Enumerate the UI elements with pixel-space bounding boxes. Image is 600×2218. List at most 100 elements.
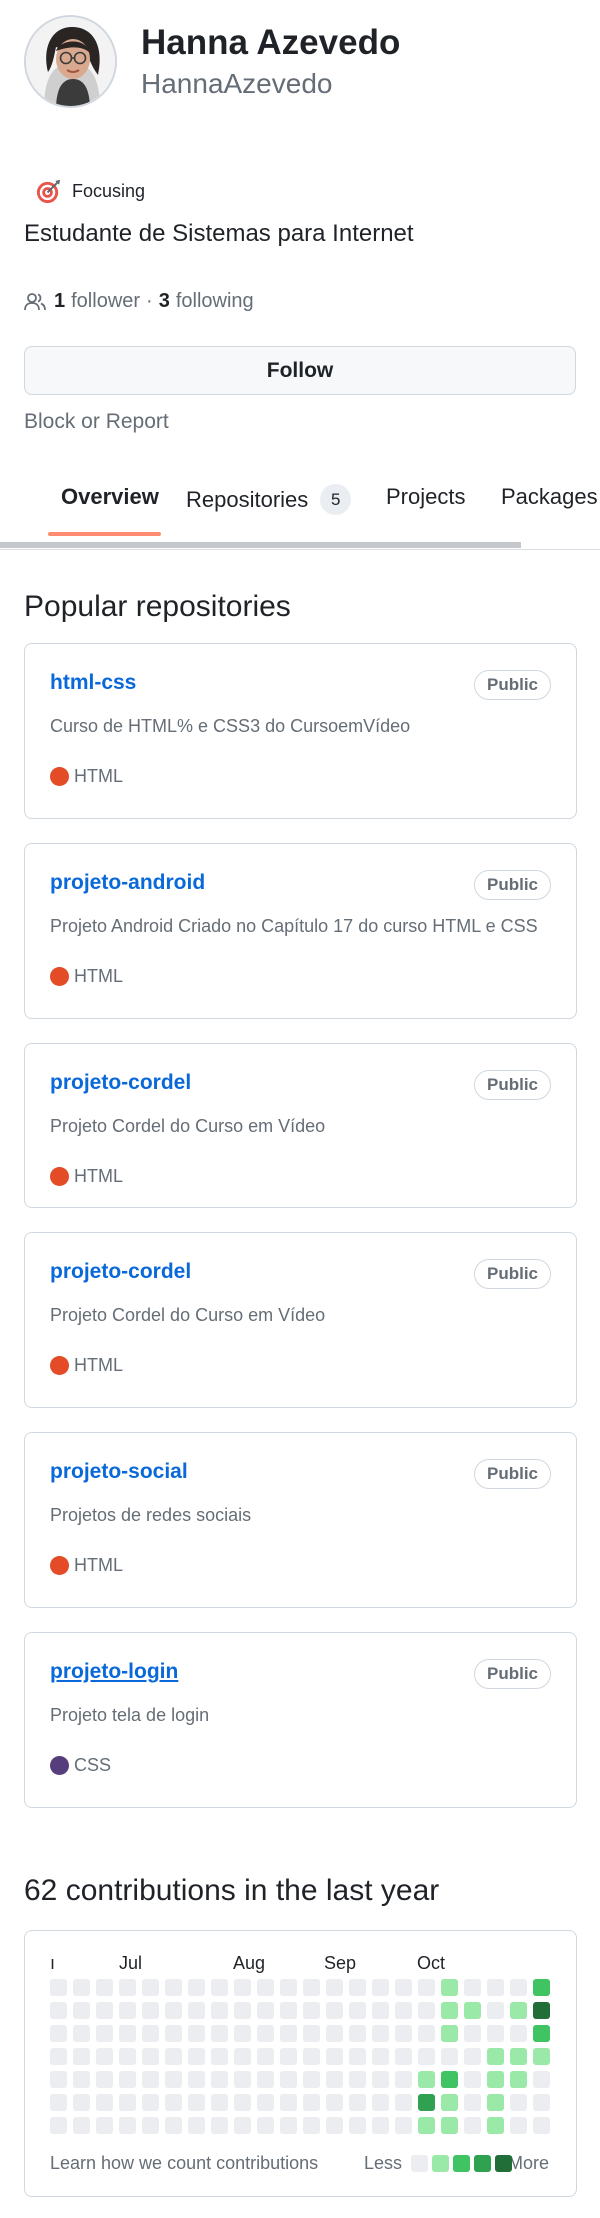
tab-packages[interactable]: Packages bbox=[501, 484, 598, 510]
contribution-cell[interactable] bbox=[441, 1979, 458, 1996]
contribution-cell[interactable] bbox=[73, 2048, 90, 2065]
contribution-cell[interactable] bbox=[372, 2048, 389, 2065]
contribution-cell[interactable] bbox=[395, 2094, 412, 2111]
contribution-cell[interactable] bbox=[510, 2094, 527, 2111]
repo-name-link[interactable]: projeto-social bbox=[50, 1460, 188, 1484]
contribution-cell[interactable] bbox=[510, 1979, 527, 1996]
contribution-cell[interactable] bbox=[165, 2071, 182, 2088]
contribution-cell[interactable] bbox=[211, 2094, 228, 2111]
contribution-cell[interactable] bbox=[326, 2071, 343, 2088]
contribution-cell[interactable] bbox=[96, 1979, 113, 1996]
contribution-cell[interactable] bbox=[211, 2025, 228, 2042]
contribution-cell[interactable] bbox=[73, 2025, 90, 2042]
contribution-cell[interactable] bbox=[441, 2071, 458, 2088]
contribution-cell[interactable] bbox=[533, 1979, 550, 1996]
contribution-cell[interactable] bbox=[280, 2002, 297, 2019]
contribution-cell[interactable] bbox=[533, 2048, 550, 2065]
contribution-cell[interactable] bbox=[73, 2071, 90, 2088]
contribution-cell[interactable] bbox=[395, 2071, 412, 2088]
contribution-cell[interactable] bbox=[234, 2117, 251, 2134]
contribution-cell[interactable] bbox=[487, 2002, 504, 2019]
contribution-cell[interactable] bbox=[165, 2094, 182, 2111]
contribution-cell[interactable] bbox=[50, 2094, 67, 2111]
contribution-cell[interactable] bbox=[96, 2117, 113, 2134]
repo-name-link[interactable]: projeto-cordel bbox=[50, 1260, 191, 1284]
contribution-cell[interactable] bbox=[73, 2094, 90, 2111]
contribution-cell[interactable] bbox=[257, 2094, 274, 2111]
contribution-cell[interactable] bbox=[119, 2071, 136, 2088]
contribution-cell[interactable] bbox=[280, 2048, 297, 2065]
contribution-cell[interactable] bbox=[50, 2071, 67, 2088]
repo-name-link[interactable]: projeto-login bbox=[50, 1660, 178, 1684]
contribution-cell[interactable] bbox=[418, 2117, 435, 2134]
contribution-cell[interactable] bbox=[257, 2117, 274, 2134]
contribution-cell[interactable] bbox=[533, 2071, 550, 2088]
contribution-cell[interactable] bbox=[326, 2117, 343, 2134]
contribution-cell[interactable] bbox=[349, 2002, 366, 2019]
contribution-cell[interactable] bbox=[73, 2002, 90, 2019]
contribution-cell[interactable] bbox=[50, 2117, 67, 2134]
contribution-cell[interactable] bbox=[96, 2025, 113, 2042]
contribution-cell[interactable] bbox=[510, 2025, 527, 2042]
contribution-cell[interactable] bbox=[96, 2071, 113, 2088]
contribution-cell[interactable] bbox=[533, 2094, 550, 2111]
contribution-cell[interactable] bbox=[142, 2094, 159, 2111]
contribution-cell[interactable] bbox=[234, 2048, 251, 2065]
contribution-cell[interactable] bbox=[533, 2002, 550, 2019]
contribution-cell[interactable] bbox=[234, 2025, 251, 2042]
tab-repositories[interactable]: Repositories 5 bbox=[186, 484, 352, 515]
contribution-cell[interactable] bbox=[142, 2071, 159, 2088]
contribution-cell[interactable] bbox=[326, 2002, 343, 2019]
contribution-cell[interactable] bbox=[142, 2025, 159, 2042]
contribution-cell[interactable] bbox=[303, 2048, 320, 2065]
contribution-cell[interactable] bbox=[119, 2117, 136, 2134]
contribution-cell[interactable] bbox=[464, 1979, 481, 1996]
contribution-cell[interactable] bbox=[50, 2025, 67, 2042]
contribution-cell[interactable] bbox=[119, 2025, 136, 2042]
contribution-cell[interactable] bbox=[418, 2071, 435, 2088]
followers-label[interactable]: follower bbox=[71, 290, 140, 313]
contribution-cell[interactable] bbox=[280, 1979, 297, 1996]
contribution-cell[interactable] bbox=[372, 2002, 389, 2019]
contribution-cell[interactable] bbox=[50, 1979, 67, 1996]
contribution-cell[interactable] bbox=[96, 2094, 113, 2111]
contribution-cell[interactable] bbox=[73, 1979, 90, 1996]
contribution-cell[interactable] bbox=[326, 2048, 343, 2065]
contribution-cell[interactable] bbox=[441, 2002, 458, 2019]
contribution-cell[interactable] bbox=[441, 2094, 458, 2111]
contribution-cell[interactable] bbox=[280, 2117, 297, 2134]
contribution-cell[interactable] bbox=[510, 2048, 527, 2065]
contribution-cell[interactable] bbox=[326, 2094, 343, 2111]
contribution-cell[interactable] bbox=[510, 2002, 527, 2019]
contribution-cell[interactable] bbox=[372, 2071, 389, 2088]
contribution-cell[interactable] bbox=[188, 2094, 205, 2111]
repo-name-link[interactable]: projeto-cordel bbox=[50, 1071, 191, 1095]
contribution-cell[interactable] bbox=[280, 2025, 297, 2042]
contribution-cell[interactable] bbox=[464, 2117, 481, 2134]
follow-button[interactable]: Follow bbox=[24, 346, 576, 395]
contribution-cell[interactable] bbox=[211, 2117, 228, 2134]
contribution-cell[interactable] bbox=[142, 2002, 159, 2019]
contribution-cell[interactable] bbox=[257, 2025, 274, 2042]
contribution-cell[interactable] bbox=[142, 1979, 159, 1996]
contribution-cell[interactable] bbox=[165, 2048, 182, 2065]
learn-contributions-link[interactable]: Learn how we count contributions bbox=[50, 2153, 318, 2174]
contribution-cell[interactable] bbox=[234, 2094, 251, 2111]
contribution-cell[interactable] bbox=[441, 2048, 458, 2065]
contribution-cell[interactable] bbox=[395, 2025, 412, 2042]
contribution-cell[interactable] bbox=[257, 2002, 274, 2019]
contribution-cell[interactable] bbox=[372, 2025, 389, 2042]
contribution-cell[interactable] bbox=[211, 1979, 228, 1996]
contribution-cell[interactable] bbox=[533, 2117, 550, 2134]
contribution-cell[interactable] bbox=[165, 2002, 182, 2019]
contribution-cell[interactable] bbox=[349, 2025, 366, 2042]
following-label[interactable]: following bbox=[176, 290, 254, 313]
contribution-cell[interactable] bbox=[257, 2048, 274, 2065]
contribution-cell[interactable] bbox=[280, 2094, 297, 2111]
contribution-cell[interactable] bbox=[349, 2048, 366, 2065]
contribution-cell[interactable] bbox=[464, 2025, 481, 2042]
repo-name-link[interactable]: html-css bbox=[50, 671, 136, 695]
contribution-cell[interactable] bbox=[349, 2071, 366, 2088]
contribution-cell[interactable] bbox=[119, 2094, 136, 2111]
tab-projects[interactable]: Projects bbox=[386, 484, 465, 510]
